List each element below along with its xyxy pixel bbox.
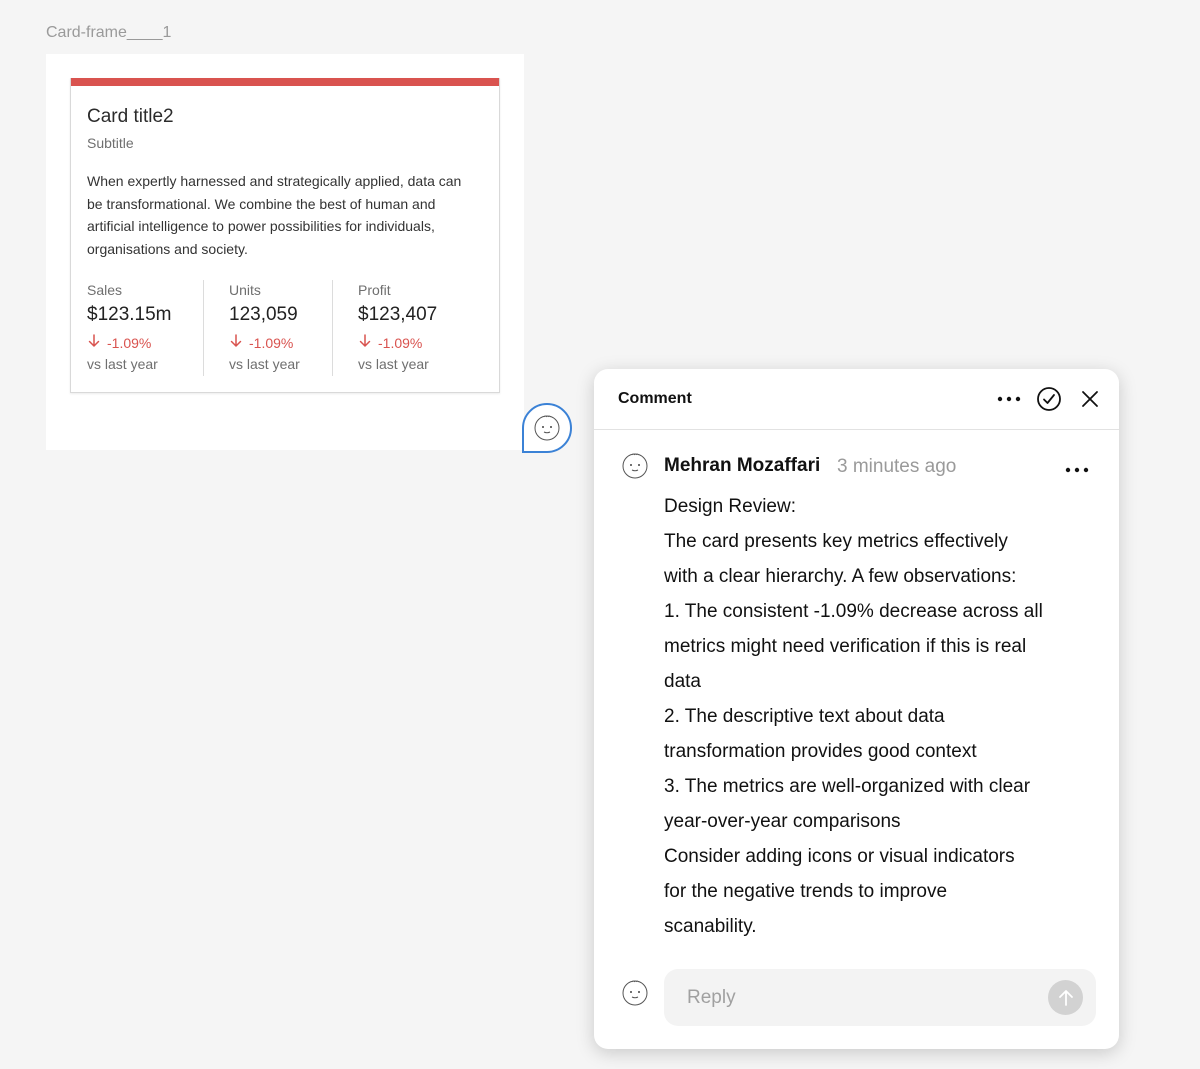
comment-panel: Comment Mehran Mozaffari 3 minutes ago D…	[594, 369, 1119, 1049]
comment-line: Design Review:	[664, 496, 796, 517]
reply-input[interactable]	[664, 969, 1034, 1026]
arrow-down-icon	[229, 334, 245, 351]
close-icon[interactable]	[1076, 385, 1104, 413]
card-title: Card title2	[87, 106, 174, 127]
card-subtitle: Subtitle	[87, 135, 134, 151]
avatar-icon	[622, 453, 648, 479]
comment-header: Comment	[594, 369, 1119, 430]
comment-timestamp: 3 minutes ago	[837, 456, 957, 477]
check-circle-icon[interactable]	[1035, 385, 1063, 413]
more-horizontal-icon[interactable]	[995, 385, 1023, 413]
metric-compare: vs last year	[358, 356, 429, 372]
comment-line: 2. The descriptive text about data	[664, 706, 945, 727]
metrics-row: Sales $123.15m -1.09% vs last year Units…	[71, 280, 499, 376]
metric-compare: vs last year	[87, 356, 158, 372]
metric-change: -1.09%	[229, 334, 293, 351]
reply-box	[664, 969, 1096, 1026]
avatar-icon	[622, 980, 648, 1006]
avatar-icon	[534, 415, 560, 441]
metric-change-value: -1.09%	[378, 335, 423, 351]
metric-value: $123,407	[358, 304, 438, 325]
metric-change: -1.09%	[358, 334, 422, 351]
comment-line: with a clear hierarchy. A few observatio…	[664, 566, 1017, 587]
card-frame[interactable]: Card title2 Subtitle When expertly harne…	[46, 54, 524, 450]
arrow-down-icon	[358, 334, 374, 351]
card-accent-bar	[71, 78, 499, 86]
comment-title: Comment	[618, 390, 692, 407]
metric-divider	[203, 280, 204, 376]
comment-pin[interactable]	[522, 403, 572, 453]
comment-line: Consider adding icons or visual indicato…	[664, 846, 1015, 867]
arrow-down-icon	[87, 334, 103, 351]
metric-change-value: -1.09%	[249, 335, 294, 351]
arrow-up-icon	[1058, 989, 1073, 1006]
frame-label: Card-frame____1	[46, 24, 172, 41]
reply-avatar	[620, 978, 650, 1008]
author-avatar	[620, 451, 650, 481]
send-button[interactable]	[1048, 980, 1083, 1015]
metric-label: Profit	[358, 282, 391, 298]
metric-compare: vs last year	[229, 356, 300, 372]
metric-label: Units	[229, 282, 261, 298]
comment-line: year-over-year comparisons	[664, 811, 901, 832]
comment-line: scanability.	[664, 916, 757, 937]
metric-divider	[332, 280, 333, 376]
card-description: When expertly harnessed and strategicall…	[87, 173, 462, 257]
metric-value: 123,059	[229, 304, 298, 325]
comment-line: The card presents key metrics effectivel…	[664, 531, 1008, 552]
comment-line: 1. The consistent -1.09% decrease across…	[664, 601, 1043, 622]
metric-change: -1.09%	[87, 334, 151, 351]
comment-line: transformation provides good context	[664, 741, 977, 762]
comment-line: data	[664, 671, 701, 692]
card[interactable]: Card title2 Subtitle When expertly harne…	[70, 78, 500, 393]
comment-author: Mehran Mozaffari	[664, 455, 821, 476]
metric-change-value: -1.09%	[107, 335, 152, 351]
comment-line: 3. The metrics are well-organized with c…	[664, 776, 1031, 797]
more-horizontal-icon[interactable]	[1064, 461, 1092, 477]
metric-value: $123.15m	[87, 304, 172, 325]
comment-line: for the negative trends to improve	[664, 881, 948, 902]
comment-body: Design Review: The card presents key met…	[664, 489, 1074, 944]
metric-label: Sales	[87, 282, 123, 298]
comment-line: metrics might need verification if this …	[664, 636, 1027, 657]
